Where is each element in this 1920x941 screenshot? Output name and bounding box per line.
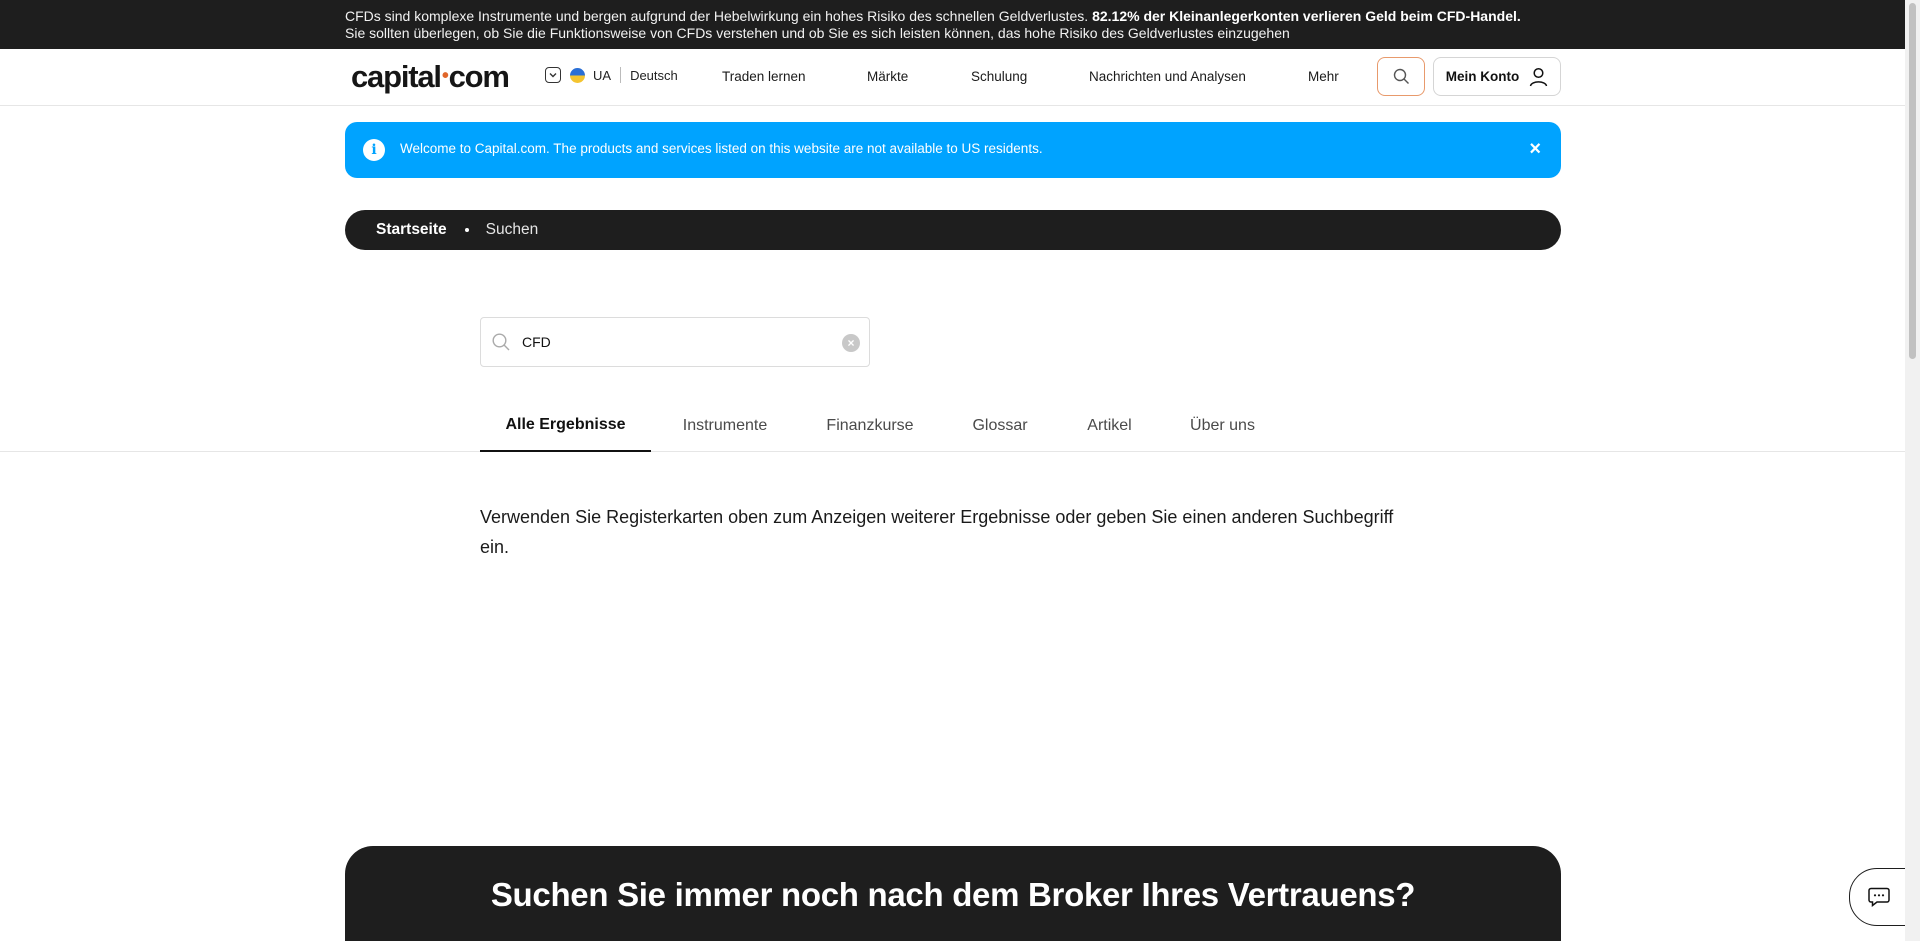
scrollbar-thumb[interactable] <box>1909 3 1916 359</box>
locale-selector[interactable]: UA Deutsch <box>545 67 678 83</box>
page-scrollbar[interactable] <box>1905 0 1920 941</box>
tab-finanzkurse[interactable]: Finanzkurse <box>815 400 925 452</box>
chat-button[interactable] <box>1849 868 1909 926</box>
risk-warning-text-end: Sie sollten überlegen, ob Sie die Funkti… <box>345 24 1290 41</box>
chevron-down-icon <box>545 67 561 83</box>
header-search-button[interactable] <box>1377 57 1425 96</box>
nav-item-traden-lernen[interactable]: Traden lernen <box>722 69 806 84</box>
cta-title: Suchen Sie immer noch nach dem Broker Ih… <box>490 876 1416 913</box>
search-icon <box>492 333 510 351</box>
result-tabs: Alle Ergebnisse Instrumente Finanzkurse … <box>0 400 1905 452</box>
search-field: × <box>480 317 870 367</box>
logo-dot: • <box>441 65 449 87</box>
tab-glossar[interactable]: Glossar <box>955 400 1045 452</box>
nav-item-maerkte[interactable]: Märkte <box>867 69 908 84</box>
my-account-button[interactable]: Mein Konto <box>1433 57 1561 96</box>
tab-instrumente[interactable]: Instrumente <box>665 400 785 452</box>
us-residents-notice: i Welcome to Capital.com. The products a… <box>345 122 1561 178</box>
country-code: UA <box>593 67 612 83</box>
nav-item-schulung[interactable]: Schulung <box>971 69 1027 84</box>
breadcrumb-current: Suchen <box>485 221 539 238</box>
breadcrumb: Startseite Suchen <box>345 210 1561 250</box>
breadcrumb-home[interactable]: Startseite <box>376 221 447 239</box>
tab-ueber-uns[interactable]: Über uns <box>1180 400 1265 452</box>
risk-warning-bar: CFDs sind komplexe Instrumente und berge… <box>0 0 1905 49</box>
logo-text-left: capital <box>351 59 442 94</box>
my-account-label: Mein Konto <box>1445 69 1520 84</box>
ukraine-flag-icon <box>570 67 585 83</box>
breadcrumb-separator <box>464 228 469 232</box>
logo-text-right: com <box>448 59 510 94</box>
search-input[interactable] <box>522 330 812 354</box>
chat-icon <box>1868 887 1890 907</box>
close-icon[interactable]: × <box>1529 137 1541 161</box>
locale-divider <box>620 67 622 83</box>
nav-item-mehr[interactable]: Mehr <box>1308 69 1339 84</box>
nav-item-nachrichten[interactable]: Nachrichten und Analysen <box>1089 69 1246 84</box>
risk-warning-percentage: 82.12% der Kleinanlegerkonten verlieren … <box>1092 8 1521 24</box>
user-icon <box>1530 67 1548 86</box>
broker-cta-section: Suchen Sie immer noch nach dem Broker Ih… <box>345 846 1561 941</box>
tab-artikel[interactable]: Artikel <box>1072 400 1147 452</box>
notice-message: Welcome to Capital.com. The products and… <box>400 141 1043 156</box>
capital-com-logo[interactable]: capital•com <box>351 59 510 95</box>
search-icon <box>1393 68 1409 84</box>
clear-search-icon[interactable]: × <box>842 334 860 352</box>
language-label: Deutsch <box>630 67 678 83</box>
risk-warning-text-start: CFDs sind komplexe Instrumente und berge… <box>345 8 1093 24</box>
risk-warning-text: CFDs sind komplexe Instrumente und berge… <box>345 8 1535 41</box>
info-icon: i <box>363 139 385 161</box>
site-header: capital•com UA Deutsch Traden lernen Mär… <box>0 49 1905 106</box>
search-hint-text: Verwenden Sie Registerkarten oben zum An… <box>480 507 1394 557</box>
tab-alle-ergebnisse[interactable]: Alle Ergebnisse <box>480 400 651 452</box>
